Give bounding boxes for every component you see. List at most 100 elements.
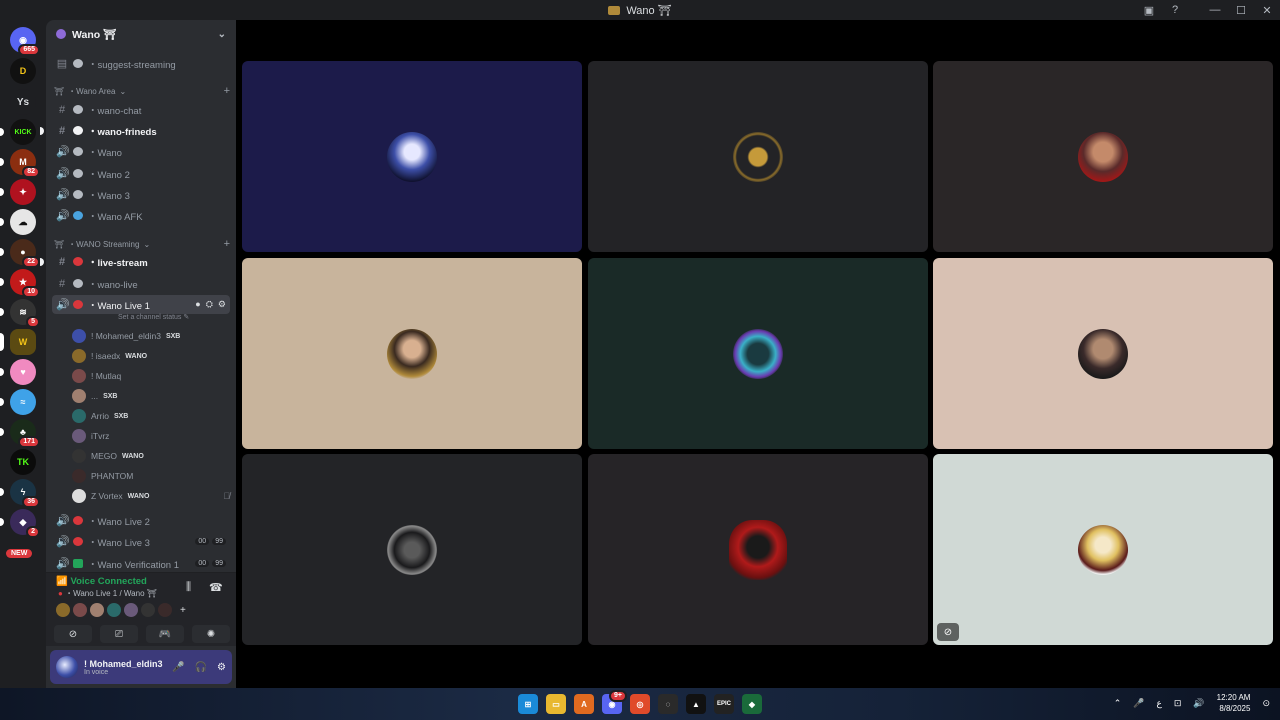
voice-user[interactable]: ! isaedx WANO xyxy=(72,347,230,365)
file-explorer-icon[interactable]: ▭ xyxy=(546,694,566,714)
participant-tile[interactable] xyxy=(588,454,928,645)
notification-icon[interactable]: ⊙ xyxy=(1262,698,1270,709)
server-icon[interactable]: ✦ xyxy=(0,179,36,205)
server-icon[interactable]: ♥ xyxy=(0,359,36,385)
add-user-icon[interactable]: + xyxy=(180,605,186,616)
channel-wano-live[interactable]: # ・wano-live xyxy=(52,274,230,293)
microphone-icon[interactable]: 🎤 xyxy=(1133,698,1144,709)
server-icon[interactable]: M 82 xyxy=(0,149,40,178)
microphone-icon[interactable]: 🎤 xyxy=(172,662,184,673)
channel-wano-afk[interactable]: 🔊 ・Wano AFK xyxy=(52,206,230,225)
app-icon[interactable]: ◌ xyxy=(658,694,678,714)
participant-tile[interactable] xyxy=(588,258,928,449)
server-icon-ys[interactable]: Ys xyxy=(10,89,36,115)
add-channel-icon[interactable]: + xyxy=(224,85,230,97)
add-channel-icon[interactable]: + xyxy=(224,238,230,250)
voice-channel-icon: 🔊 xyxy=(56,168,70,180)
channel-live-stream[interactable]: # ・live-stream xyxy=(40,252,230,271)
clock[interactable]: 12:20 AM 8/8/2025 xyxy=(1217,692,1251,714)
maximize-button[interactable]: ☐ xyxy=(1228,0,1254,20)
avatar[interactable] xyxy=(124,603,138,617)
avatar[interactable] xyxy=(158,603,172,617)
noise-suppression-icon[interactable]: ⫼ xyxy=(186,581,191,594)
voice-user[interactable]: MEGO WANO xyxy=(72,447,230,465)
voice-user[interactable]: iTvrz xyxy=(72,427,230,445)
channel-wano-voice[interactable]: 🔊 ・Wano xyxy=(52,142,230,161)
voice-user[interactable]: ... SXB xyxy=(72,387,230,405)
avatar[interactable] xyxy=(56,603,70,617)
category-wano-area[interactable]: ⛩ ・Wano Area ⌄ + xyxy=(54,84,230,98)
soundboard-button[interactable]: ✺ xyxy=(192,625,230,643)
avatar[interactable] xyxy=(141,603,155,617)
channel-wano-live-3[interactable]: 🔊 ・Wano Live 3 00 99 xyxy=(52,532,230,551)
participant-tile[interactable] xyxy=(242,258,582,449)
disconnect-icon[interactable]: ☎ xyxy=(209,581,223,594)
server-icon[interactable]: ♣ 171 xyxy=(0,419,40,448)
channel-wano-live-1[interactable]: 🔊 ・Wano Live 1 ● ⛭ ⚙ xyxy=(52,295,230,314)
channel-wano-frineds[interactable]: # ・wano-frineds xyxy=(40,121,230,140)
server-icon[interactable]: ≈ xyxy=(0,389,36,415)
direct-messages-button[interactable]: ◉ 665 xyxy=(10,27,40,56)
server-icon[interactable]: D xyxy=(10,58,36,84)
channel-wano-verification-1[interactable]: 🔊 ・Wano Verification 1 00 99 xyxy=(52,554,230,573)
camera-off-button[interactable]: ⊘ xyxy=(54,625,92,643)
screen-share-button[interactable]: ⎚ xyxy=(100,625,138,643)
gear-icon[interactable]: ⚙ xyxy=(218,299,226,310)
headphones-icon[interactable]: 🎧 xyxy=(195,662,207,673)
discord-icon[interactable]: ◉ 9+ xyxy=(602,690,627,714)
category-wano-streaming[interactable]: ⛩ ・WANO Streaming ⌄ + xyxy=(54,237,230,251)
channel-wano-chat[interactable]: # ・wano-chat xyxy=(52,100,230,119)
close-button[interactable]: ✕ xyxy=(1254,0,1280,20)
chrome-icon[interactable]: ◎ xyxy=(630,694,650,714)
app-icon[interactable]: A xyxy=(574,694,594,714)
channel-wano-live-2[interactable]: 🔊 ・Wano Live 2 xyxy=(52,511,230,530)
channel-wano-3[interactable]: 🔊 ・Wano 3 xyxy=(52,185,230,204)
chat-icon[interactable]: ● xyxy=(195,299,200,310)
avatar[interactable] xyxy=(90,603,104,617)
channel-suggest-streaming[interactable]: ▤ ・suggest-streaming xyxy=(52,54,230,73)
channel-wano-2[interactable]: 🔊 ・Wano 2 xyxy=(52,164,230,183)
server-icon[interactable]: ☁ xyxy=(0,209,36,235)
server-header[interactable]: Wano ⛩ ⌄ xyxy=(46,20,236,48)
volume-icon[interactable]: 🔊 xyxy=(1193,698,1204,709)
chevron-up-icon[interactable]: ⌃ xyxy=(1114,698,1122,709)
voice-user[interactable]: Arrio SXB xyxy=(72,407,230,425)
server-icon[interactable]: ★ 10 xyxy=(0,269,40,298)
voice-user[interactable]: ! Mutlaq xyxy=(72,367,230,385)
voice-user[interactable]: Z Vortex WANO 🎙̸ xyxy=(72,487,230,505)
server-icon[interactable]: ≋ 5 xyxy=(0,299,40,328)
invite-icon[interactable]: ⛭ xyxy=(206,299,213,310)
server-icon[interactable]: ◆ 2 xyxy=(0,509,40,538)
inbox-icon[interactable]: ▣ xyxy=(1136,0,1162,20)
participant-tile[interactable] xyxy=(242,61,582,252)
user-info[interactable]: ! Mohamed_eldin3 In voice xyxy=(84,659,163,676)
start-icon[interactable]: ⊞ xyxy=(518,694,538,714)
server-icon[interactable]: TK xyxy=(10,449,36,475)
avatar[interactable] xyxy=(73,603,87,617)
participant-tile[interactable] xyxy=(933,61,1273,252)
participant-tile[interactable] xyxy=(933,258,1273,449)
participant-tile[interactable]: ⊘ xyxy=(933,454,1273,645)
network-icon[interactable]: ⊡ xyxy=(1174,698,1182,709)
minimize-button[interactable]: — xyxy=(1202,0,1228,20)
server-icon[interactable]: ϟ 36 xyxy=(0,479,40,508)
language-icon[interactable]: ع xyxy=(1157,698,1162,709)
voice-location[interactable]: ● ・Wano Live 1 / Wano ⛩ xyxy=(58,588,157,599)
server-icon-wano-selected[interactable]: W xyxy=(0,329,36,355)
epic-games-icon[interactable]: EPIC xyxy=(714,694,734,714)
voice-user[interactable]: PHANTOM xyxy=(72,467,230,485)
participant-tile[interactable] xyxy=(588,61,928,252)
activities-button[interactable]: 🎮 xyxy=(146,625,184,643)
help-icon[interactable]: ? xyxy=(1162,0,1188,20)
app-icon[interactable]: ◆ xyxy=(742,694,762,714)
avatar[interactable] xyxy=(107,603,121,617)
server-icon-kick[interactable]: KICK xyxy=(0,119,36,145)
gear-icon[interactable]: ⚙ xyxy=(217,662,226,673)
channel-status-hint[interactable]: Set a channel status ✎ xyxy=(118,313,189,321)
avatar[interactable] xyxy=(56,656,78,678)
server-icon[interactable]: ● 22 xyxy=(0,239,40,268)
voice-user[interactable]: ! Mohamed_eldin3 SXB xyxy=(72,327,230,345)
voice-status[interactable]: 📶 Voice Connected xyxy=(56,576,147,587)
app-icon[interactable]: ▲ xyxy=(686,694,706,714)
participant-tile[interactable] xyxy=(242,454,582,645)
